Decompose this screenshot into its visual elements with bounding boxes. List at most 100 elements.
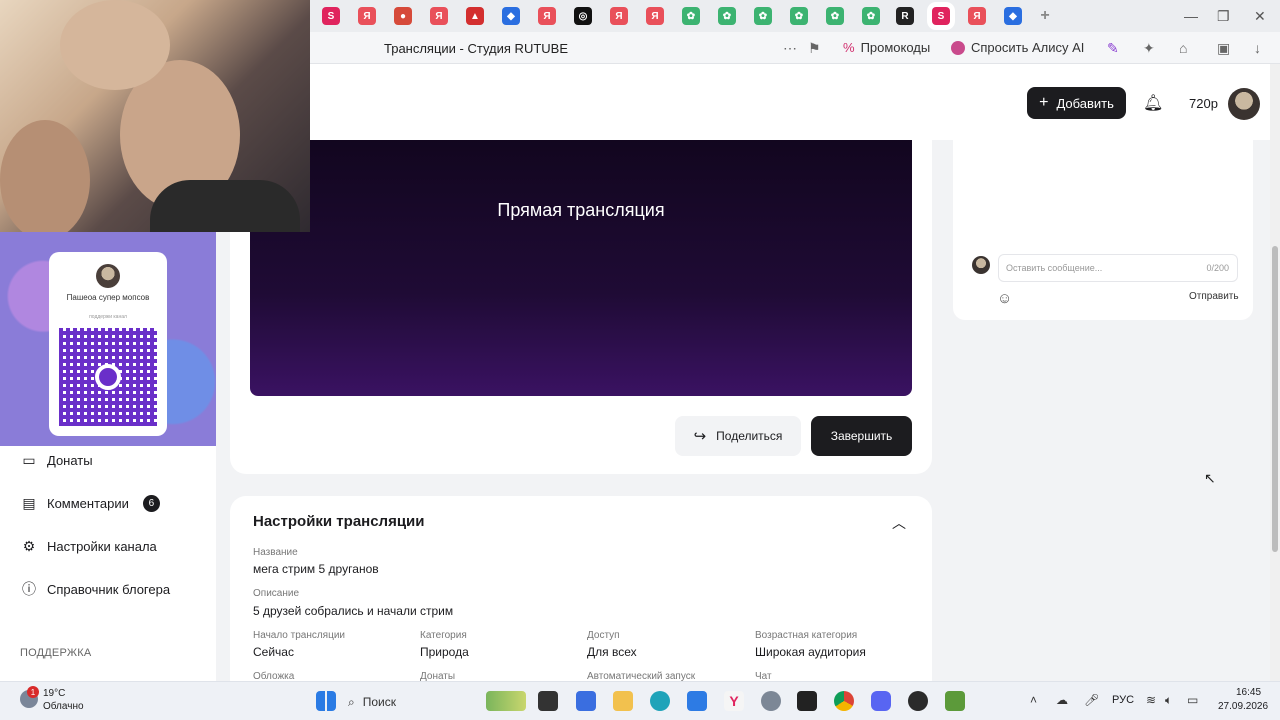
send-button[interactable]: Отправить bbox=[1189, 291, 1239, 302]
wifi-icon[interactable]: ≋ bbox=[1146, 693, 1156, 707]
store-icon[interactable] bbox=[687, 691, 707, 711]
sidebar-item-channel-settings[interactable]: ⚙ Настройки канала bbox=[20, 537, 157, 555]
donation-widget: Пашеоа супер мопсов поддержи канал bbox=[0, 232, 216, 446]
share-icon: ↪ bbox=[693, 428, 707, 445]
promo-button[interactable]: % Промокоды bbox=[843, 40, 930, 55]
chevron-up-icon[interactable]: ︿ bbox=[892, 513, 906, 533]
tab-favicon[interactable]: ◆ bbox=[502, 7, 520, 25]
yandex-browser-icon[interactable]: Y bbox=[724, 691, 744, 711]
chat-input[interactable]: Оставить сообщение... 0/200 bbox=[998, 254, 1238, 282]
terminal-icon[interactable] bbox=[797, 691, 817, 711]
tab-favicon[interactable]: Я bbox=[968, 7, 986, 25]
tab-favicon[interactable]: ✿ bbox=[718, 7, 736, 25]
app-icon[interactable] bbox=[908, 691, 928, 711]
temperature: 19°C bbox=[43, 688, 66, 699]
tab-favicon[interactable]: Я bbox=[430, 7, 448, 25]
broadcast-card: Прямая трансляция ↪ Поделиться Завершить bbox=[230, 140, 932, 474]
settings-app-icon[interactable] bbox=[761, 691, 781, 711]
network-icon[interactable]: ☁ bbox=[1056, 693, 1068, 707]
pen-icon[interactable]: ✎ bbox=[1107, 40, 1123, 56]
emoji-icon[interactable]: ☺ bbox=[997, 290, 1012, 307]
webcam-figure bbox=[0, 120, 90, 232]
tab-favicon[interactable]: R bbox=[896, 7, 914, 25]
volume-icon[interactable]: 🔈︎ bbox=[1165, 693, 1172, 708]
minecraft-icon[interactable] bbox=[945, 691, 965, 711]
field-value: Природа bbox=[420, 645, 469, 659]
tab-favicon[interactable]: ◎ bbox=[574, 7, 592, 25]
chrome-icon[interactable] bbox=[834, 691, 854, 711]
tab-favicon[interactable]: ✿ bbox=[754, 7, 772, 25]
webcam-figure bbox=[150, 180, 300, 232]
screenshot-icon[interactable]: ▣ bbox=[1217, 40, 1233, 56]
tab-favicon[interactable]: S bbox=[322, 7, 340, 25]
broadcast-settings: Настройки трансляции ︿ Название мега стр… bbox=[230, 496, 932, 696]
sidebar-item-label: Справочник блогера bbox=[47, 581, 171, 597]
share-label: Поделиться bbox=[716, 429, 783, 443]
tab-favicon[interactable]: ✿ bbox=[826, 7, 844, 25]
field-value: Широкая аудитория bbox=[755, 645, 866, 659]
end-broadcast-button[interactable]: Завершить bbox=[811, 416, 912, 456]
bookmark-icon[interactable]: ⚑ bbox=[808, 40, 824, 56]
windows-start-icon[interactable] bbox=[316, 691, 336, 711]
comment-icon: ▤ bbox=[22, 494, 36, 511]
promo-label: Промокоды bbox=[860, 40, 931, 55]
add-label: Добавить bbox=[1056, 95, 1114, 111]
language-indicator[interactable]: РУС bbox=[1112, 694, 1134, 706]
page-title: Трансляции - Студия RUTUBE bbox=[384, 41, 568, 56]
video-player[interactable]: Прямая трансляция bbox=[250, 140, 912, 396]
alice-button[interactable]: Спросить Алису AI bbox=[951, 40, 1084, 55]
minimize-icon[interactable]: — bbox=[1184, 8, 1198, 24]
task-view-icon[interactable] bbox=[538, 691, 558, 711]
mouse-cursor-icon: ↖ bbox=[1204, 470, 1216, 486]
download-icon[interactable]: ↓ bbox=[1254, 40, 1270, 56]
donation-card[interactable]: Пашеоа супер мопсов поддержи канал bbox=[49, 252, 167, 436]
tab-favicon[interactable]: ✿ bbox=[790, 7, 808, 25]
more-icon[interactable]: ⋯ bbox=[783, 40, 799, 56]
sidebar-item-comments[interactable]: ▤ Комментарии 6 bbox=[20, 494, 160, 512]
tab-favicon[interactable]: Я bbox=[610, 7, 628, 25]
tab-favicon-active[interactable]: S bbox=[932, 7, 950, 25]
chevron-up-icon[interactable]: ˄ bbox=[1030, 693, 1037, 707]
chat-panel: Оставить сообщение... 0/200 ☺ Отправить bbox=[953, 140, 1253, 320]
tab-favicon[interactable]: ◆ bbox=[1004, 7, 1022, 25]
tab-favicon[interactable]: ✿ bbox=[862, 7, 880, 25]
mic-icon[interactable]: 🎤︎ bbox=[1084, 693, 1099, 707]
close-icon[interactable]: ✕ bbox=[1254, 8, 1266, 25]
widgets-icon[interactable] bbox=[486, 691, 526, 711]
avatar bbox=[96, 264, 120, 288]
tab-favicon[interactable]: ▲ bbox=[466, 7, 484, 25]
settings-title: Настройки трансляции bbox=[253, 513, 425, 530]
new-tab-icon[interactable]: + bbox=[1036, 7, 1054, 25]
sidebar: ▭ Донаты ▤ Комментарии 6 ⚙ Настройки кан… bbox=[0, 446, 216, 681]
char-counter: 0/200 bbox=[1206, 263, 1229, 273]
scrollbar[interactable] bbox=[1270, 64, 1280, 681]
extensions-icon[interactable]: ✦ bbox=[1143, 40, 1159, 56]
restore-icon[interactable]: ❐ bbox=[1217, 8, 1230, 25]
sidebar-item-blogger-guide[interactable]: ⓘ Справочник блогера bbox=[20, 580, 170, 598]
discord-icon[interactable] bbox=[871, 691, 891, 711]
tab-favicon[interactable]: ✿ bbox=[682, 7, 700, 25]
share-button[interactable]: ↪ Поделиться bbox=[675, 416, 801, 456]
add-button[interactable]: + Добавить bbox=[1027, 87, 1126, 119]
taskbar-search[interactable]: ⌕ Поиск bbox=[348, 690, 468, 714]
scroll-thumb[interactable] bbox=[1272, 246, 1278, 552]
edge-icon[interactable] bbox=[650, 691, 670, 711]
tab-favicon[interactable]: ● bbox=[394, 7, 412, 25]
channel-name: Пашеоа супер мопсов bbox=[66, 293, 150, 302]
folder-icon[interactable] bbox=[613, 691, 633, 711]
battery-icon[interactable]: ▭ bbox=[1187, 693, 1198, 707]
app-icon[interactable] bbox=[576, 691, 596, 711]
webcam-figure bbox=[60, 0, 170, 90]
webcam-overlay bbox=[0, 0, 310, 232]
tab-favicon[interactable]: Я bbox=[358, 7, 376, 25]
notification-badge: 1 bbox=[27, 686, 39, 698]
balance[interactable]: 720р bbox=[1189, 96, 1218, 111]
bell-icon[interactable]: 🔔︎ bbox=[1143, 93, 1163, 113]
tab-favicon[interactable]: Я bbox=[646, 7, 664, 25]
sidebar-item-donations[interactable]: ▭ Донаты bbox=[20, 451, 92, 469]
avatar[interactable] bbox=[1228, 88, 1260, 120]
shirt-icon[interactable]: ⌂ bbox=[1179, 40, 1195, 56]
clock-time[interactable]: 16:45 bbox=[1236, 687, 1261, 698]
clock-date[interactable]: 27.09.2026 bbox=[1218, 701, 1268, 712]
tab-favicon[interactable]: Я bbox=[538, 7, 556, 25]
